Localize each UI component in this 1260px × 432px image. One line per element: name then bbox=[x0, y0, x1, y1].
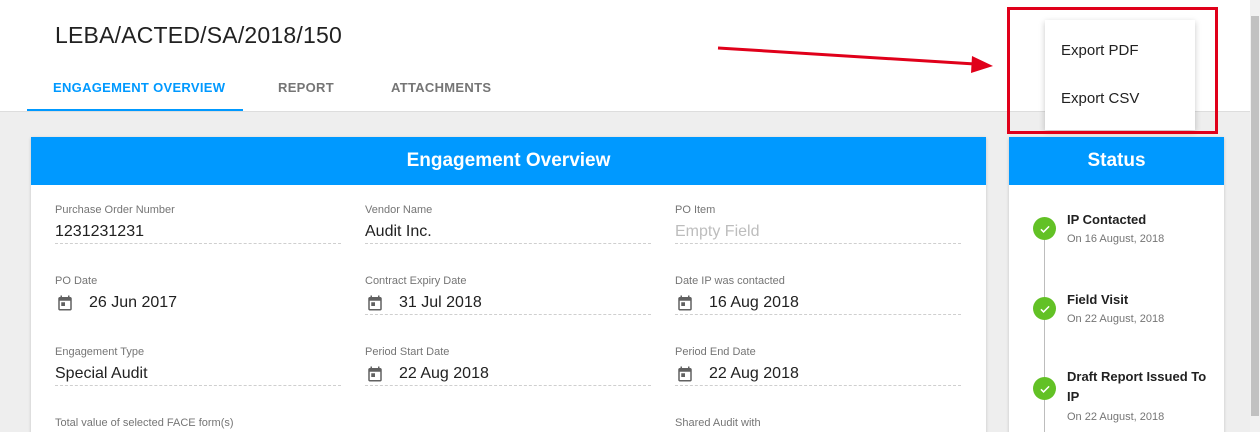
annotation-arrow-icon bbox=[717, 46, 993, 73]
